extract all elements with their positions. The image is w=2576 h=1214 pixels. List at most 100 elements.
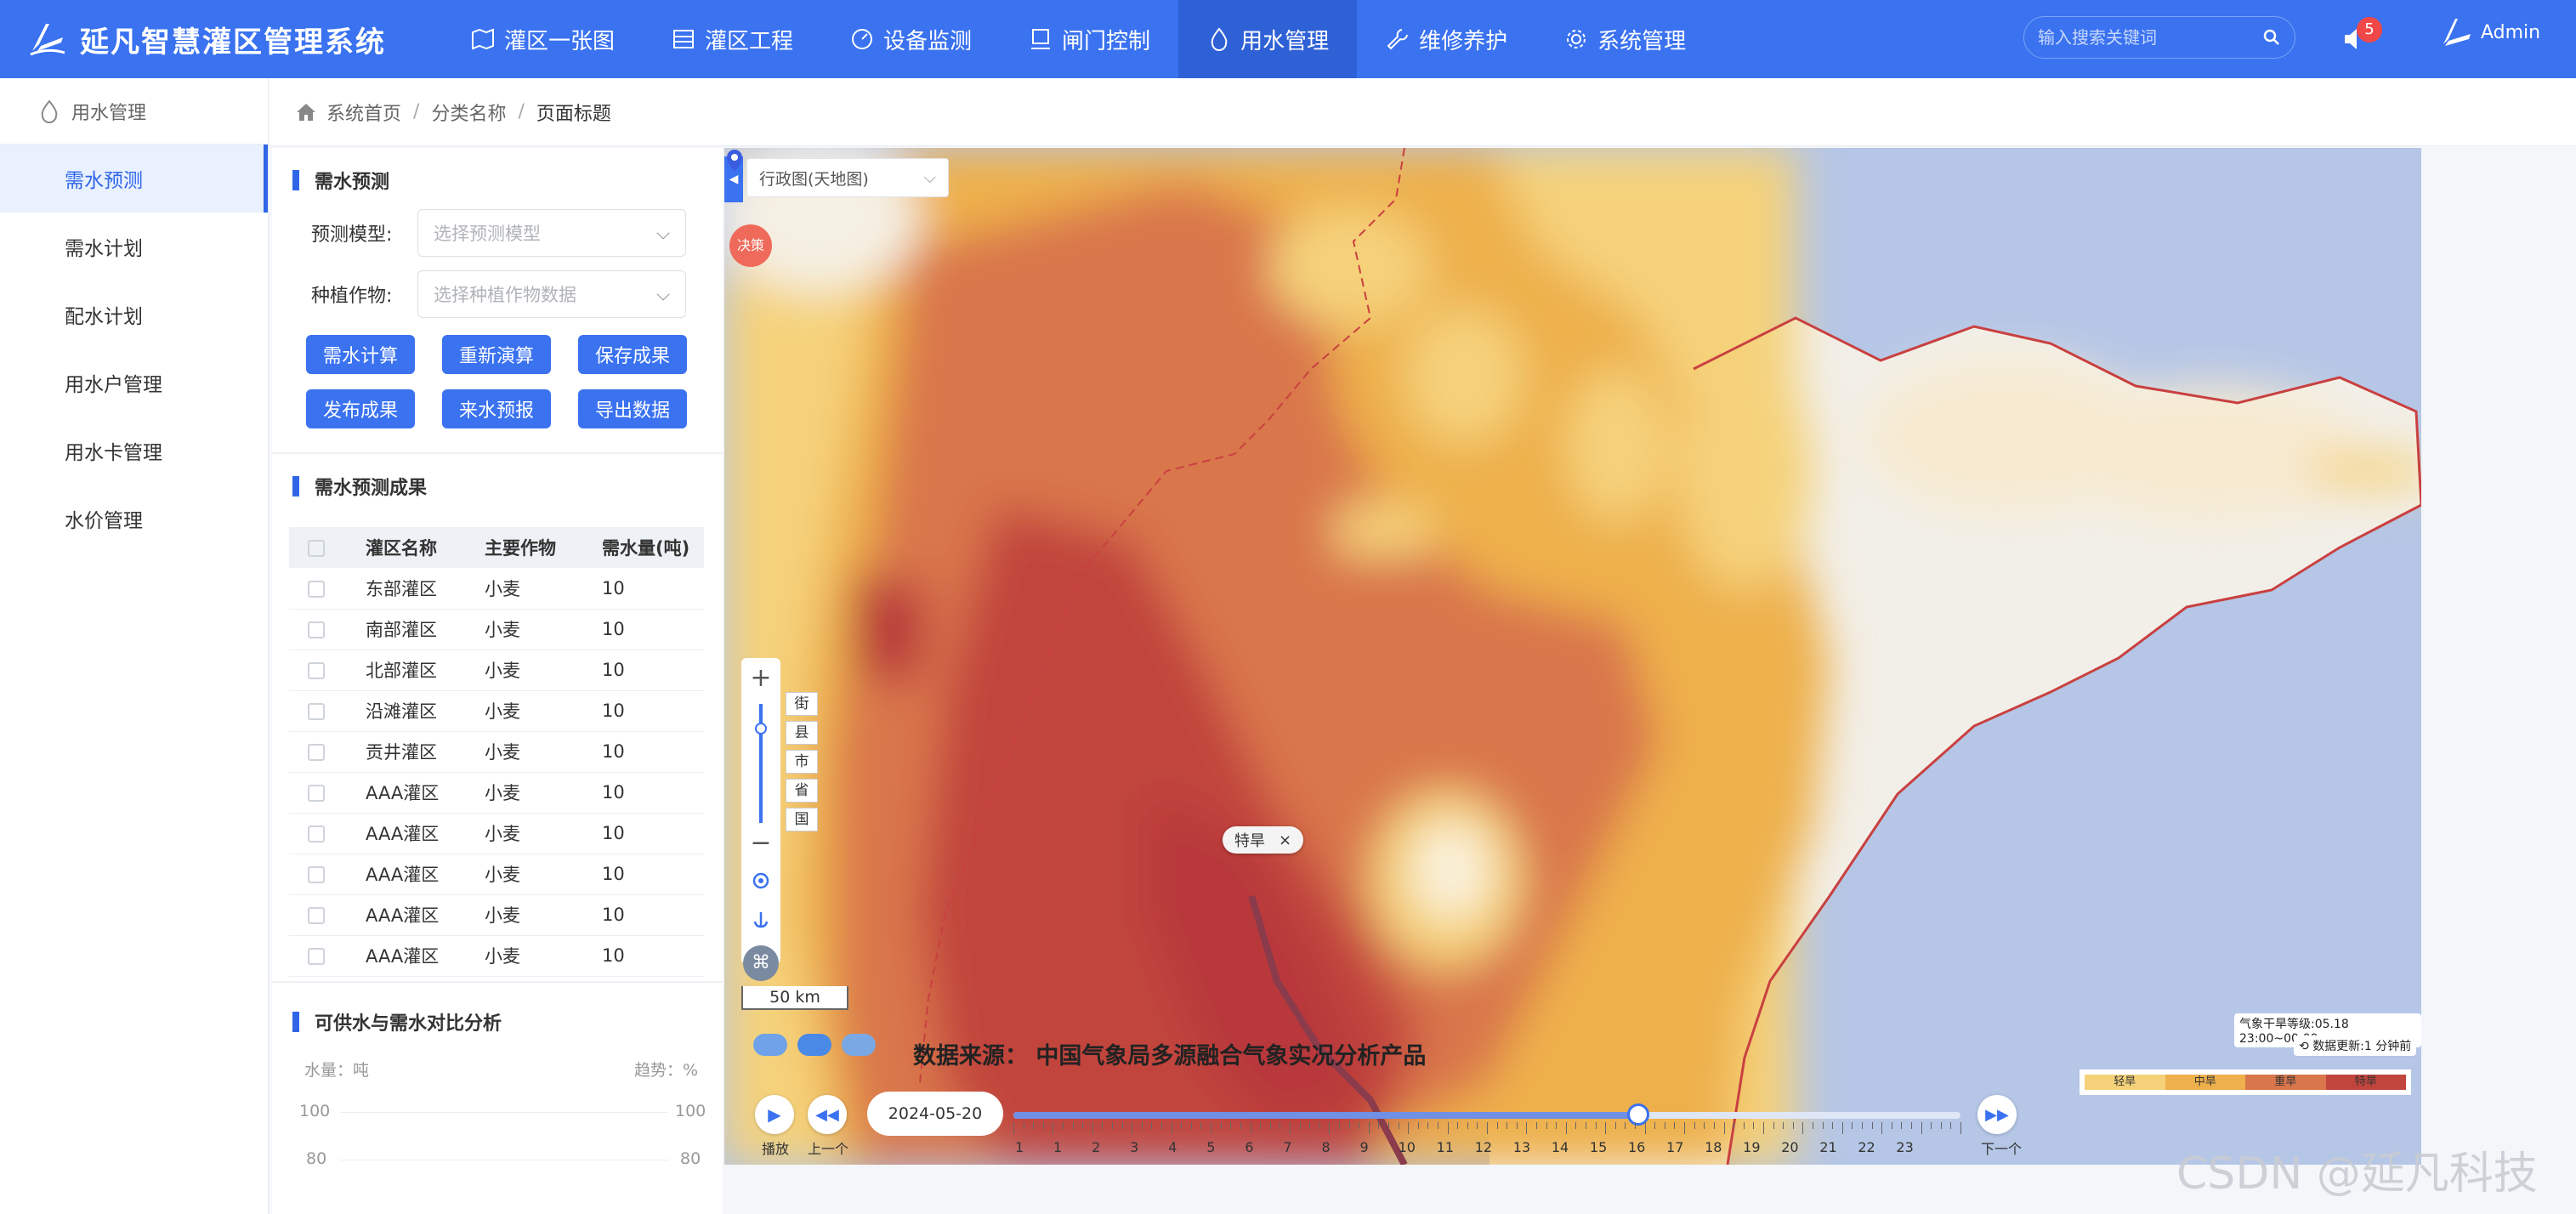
- calculate-button[interactable]: 需水计算: [306, 335, 415, 374]
- row-checkbox[interactable]: [308, 866, 325, 883]
- timeline-hour-label[interactable]: 4: [1168, 1139, 1177, 1155]
- row-checkbox[interactable]: [308, 662, 325, 679]
- row-checkbox[interactable]: [308, 907, 325, 924]
- weather-wind-icon[interactable]: [797, 1034, 831, 1056]
- timeline-hour-label[interactable]: 2: [1092, 1139, 1100, 1155]
- table-row[interactable]: AAA灌区 小麦 10: [289, 813, 704, 854]
- level-province[interactable]: 省: [786, 779, 818, 803]
- user-menu[interactable]: Admin: [2437, 14, 2540, 51]
- sidebar-item-allocation[interactable]: 配水计划: [0, 281, 268, 349]
- sidebar-item-plan[interactable]: 需水计划: [0, 213, 268, 281]
- timeline-hour-label[interactable]: 3: [1130, 1139, 1138, 1155]
- table-row[interactable]: AAA灌区 小麦 10: [289, 854, 704, 895]
- table-row[interactable]: 东部灌区 小麦 10: [289, 568, 704, 610]
- row-checkbox[interactable]: [308, 580, 325, 598]
- table-row[interactable]: 贡井灌区 小麦 10: [289, 731, 704, 773]
- weather-rain-icon[interactable]: [842, 1034, 876, 1056]
- nav-item-maintenance[interactable]: 维修养护: [1357, 0, 1535, 78]
- nav-item-system[interactable]: 系统管理: [1535, 0, 1714, 78]
- timeline-hour-label[interactable]: 11: [1437, 1139, 1454, 1155]
- timeline-hour-label[interactable]: 22: [1858, 1139, 1875, 1155]
- zoom-in-button[interactable]: +: [741, 663, 780, 693]
- timeline-hour-label[interactable]: 18: [1705, 1139, 1722, 1155]
- date-display[interactable]: 2024-05-20: [867, 1092, 1003, 1136]
- locate-icon[interactable]: [751, 871, 771, 891]
- breadcrumb-home[interactable]: 系统首页: [326, 99, 401, 126]
- table-row[interactable]: AAA灌区 小麦 10: [289, 894, 704, 936]
- sidebar-item-forecast[interactable]: 需水预测: [0, 145, 268, 213]
- nav-item-map[interactable]: 灌区一张图: [442, 0, 643, 78]
- weather-cloud-icon[interactable]: [753, 1034, 787, 1056]
- timeline-hour-label[interactable]: 13: [1513, 1139, 1530, 1155]
- inflow-forecast-button[interactable]: 来水预报: [442, 389, 551, 428]
- next-button[interactable]: ▶▶: [1977, 1095, 2017, 1134]
- timeline-hour-label[interactable]: 1: [1015, 1139, 1024, 1155]
- play-button[interactable]: ▶: [755, 1095, 794, 1134]
- app-logo[interactable]: 延凡智慧灌区管理系统: [0, 19, 425, 60]
- timeline-hour-label[interactable]: 8: [1321, 1139, 1330, 1155]
- timeline-hour-label[interactable]: 14: [1552, 1139, 1569, 1155]
- table-row[interactable]: 沿滩灌区 小麦 10: [289, 690, 704, 732]
- level-country[interactable]: 国: [786, 808, 818, 831]
- home-icon[interactable]: [294, 100, 318, 124]
- timeline-hour-label[interactable]: 6: [1245, 1139, 1253, 1155]
- timeline-hour-label[interactable]: 9: [1360, 1139, 1369, 1155]
- prev-button[interactable]: ◀◀: [808, 1095, 847, 1134]
- table-row[interactable]: AAA灌区 小麦 10: [289, 935, 704, 977]
- refresh-icon[interactable]: ⟲: [2299, 1040, 2312, 1053]
- timeline-hour-label[interactable]: 20: [1781, 1139, 1798, 1155]
- level-street[interactable]: 街: [786, 692, 818, 716]
- zoom-out-button[interactable]: −: [741, 828, 780, 858]
- location-pin-icon[interactable]: [724, 148, 745, 173]
- sidebar-item-pricing[interactable]: 水价管理: [0, 485, 268, 553]
- layer-select[interactable]: 行政图(天地图) ⌵: [746, 158, 949, 197]
- sidebar-item-cards[interactable]: 用水卡管理: [0, 417, 268, 485]
- timeline-hour-label[interactable]: 23: [1896, 1139, 1913, 1155]
- close-icon[interactable]: ×: [1279, 831, 1291, 849]
- timeline-hour-label[interactable]: 19: [1743, 1139, 1760, 1155]
- timeline-hour-label[interactable]: 12: [1475, 1139, 1492, 1155]
- timeline-hour-label[interactable]: 15: [1590, 1139, 1607, 1155]
- main-nav: 灌区一张图 灌区工程 设备监测 闸门控制 用水管理 维修养护 系统管理: [442, 0, 1714, 78]
- timeline-hour-label[interactable]: 5: [1206, 1139, 1215, 1155]
- breadcrumb-category[interactable]: 分类名称: [431, 99, 506, 126]
- zoom-slider[interactable]: [759, 704, 763, 823]
- row-checkbox[interactable]: [308, 621, 325, 638]
- select-all-checkbox[interactable]: [308, 540, 325, 557]
- timeline-hour-label[interactable]: 7: [1283, 1139, 1291, 1155]
- search-icon[interactable]: [2262, 28, 2281, 47]
- row-checkbox[interactable]: [308, 825, 325, 842]
- level-city[interactable]: 市: [786, 750, 818, 774]
- nav-item-monitor[interactable]: 设备监测: [821, 0, 1000, 78]
- timeline-hour-label[interactable]: 1: [1053, 1139, 1062, 1155]
- row-checkbox[interactable]: [308, 744, 325, 761]
- save-button[interactable]: 保存成果: [578, 335, 687, 374]
- search-input[interactable]: [2038, 27, 2262, 48]
- nav-item-gate[interactable]: 闸门控制: [1000, 0, 1178, 78]
- zoom-slider-handle[interactable]: [755, 723, 767, 735]
- drought-map[interactable]: ◀ 行政图(天地图) ⌵ 决策 + − 街 县 市 省 国 ⌘ 50 km 特旱 ×…: [724, 148, 2421, 1165]
- row-checkbox[interactable]: [308, 948, 325, 965]
- timeline-hour-label[interactable]: 16: [1628, 1139, 1645, 1155]
- table-row[interactable]: 南部灌区 小麦 10: [289, 609, 704, 650]
- table-row[interactable]: 北部灌区 小麦 10: [289, 650, 704, 691]
- table-row[interactable]: AAA灌区 小麦 10: [289, 772, 704, 814]
- decision-badge[interactable]: 决策: [729, 224, 772, 267]
- level-county[interactable]: 县: [786, 721, 818, 745]
- nav-item-engineering[interactable]: 灌区工程: [643, 0, 821, 78]
- timeline-hour-label[interactable]: 21: [1819, 1139, 1836, 1155]
- sidebar-item-users[interactable]: 用水户管理: [0, 349, 268, 417]
- anchor-icon[interactable]: [751, 910, 771, 930]
- nav-item-water[interactable]: 用水管理: [1178, 0, 1358, 78]
- export-button[interactable]: 导出数据: [578, 389, 687, 428]
- model-select[interactable]: 选择预测模型 ⌵: [417, 209, 686, 257]
- timeline-hour-label[interactable]: 10: [1399, 1139, 1416, 1155]
- recalculate-button[interactable]: 重新演算: [442, 335, 551, 374]
- timeline-hour-label[interactable]: 17: [1666, 1139, 1683, 1155]
- row-checkbox[interactable]: [308, 703, 325, 720]
- cluster-icon[interactable]: ⌘: [743, 945, 779, 981]
- row-checkbox[interactable]: [308, 785, 325, 802]
- crop-select[interactable]: 选择种植作物数据 ⌵: [417, 270, 686, 318]
- timeline-track[interactable]: [1013, 1103, 1960, 1126]
- publish-button[interactable]: 发布成果: [306, 389, 415, 428]
